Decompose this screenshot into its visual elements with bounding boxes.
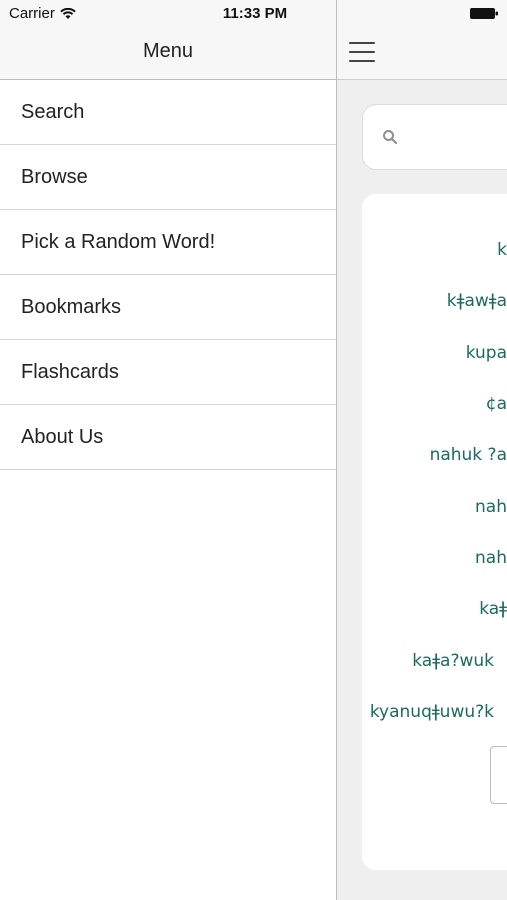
- menu-header: Carrier 11:33 PM Menu: [0, 0, 336, 80]
- menu-list: Search Browse Pick a Random Word! Bookma…: [0, 80, 336, 470]
- word-entry[interactable]: nah: [475, 497, 507, 517]
- more-button[interactable]: [490, 746, 507, 804]
- word-entry[interactable]: kyanuqǂuwu?k: [370, 702, 494, 722]
- word-entry[interactable]: kupa: [466, 343, 507, 363]
- results-card: k kǂawǂa kupa ¢a nahuk ?a nah nah kaǂ ka…: [362, 194, 507, 870]
- menu-item-bookmarks[interactable]: Bookmarks: [0, 275, 336, 340]
- word-entry[interactable]: nahuk ?a: [430, 445, 507, 465]
- menu-title: Menu: [142, 40, 194, 62]
- word-entry[interactable]: nah: [475, 548, 507, 568]
- side-menu: Carrier 11:33 PM Menu Search Browse Pick…: [0, 0, 336, 900]
- menu-item-random-word[interactable]: Pick a Random Word!: [0, 210, 336, 275]
- content-panel: k kǂawǂa kupa ¢a nahuk ?a nah nah kaǂ ka…: [337, 0, 507, 900]
- hamburger-menu-icon[interactable]: [349, 42, 375, 62]
- content-header: [337, 0, 507, 80]
- menu-item-browse[interactable]: Browse: [0, 145, 336, 210]
- battery-icon: [470, 8, 498, 19]
- search-input[interactable]: [362, 104, 507, 170]
- menu-item-about-us[interactable]: About Us: [0, 405, 336, 470]
- word-entry[interactable]: kǂawǂa: [447, 291, 507, 311]
- word-list: k kǂawǂa kupa ¢a nahuk ?a nah nah kaǂ ka…: [362, 194, 507, 870]
- menu-item-search[interactable]: Search: [0, 80, 336, 145]
- menu-item-flashcards[interactable]: Flashcards: [0, 340, 336, 405]
- word-entry[interactable]: kaǂ: [479, 599, 507, 619]
- word-entry[interactable]: k: [497, 240, 507, 260]
- word-entry[interactable]: ¢a: [486, 394, 507, 414]
- word-entry[interactable]: kaǂa?wuk: [412, 651, 494, 671]
- search-icon: [383, 130, 398, 145]
